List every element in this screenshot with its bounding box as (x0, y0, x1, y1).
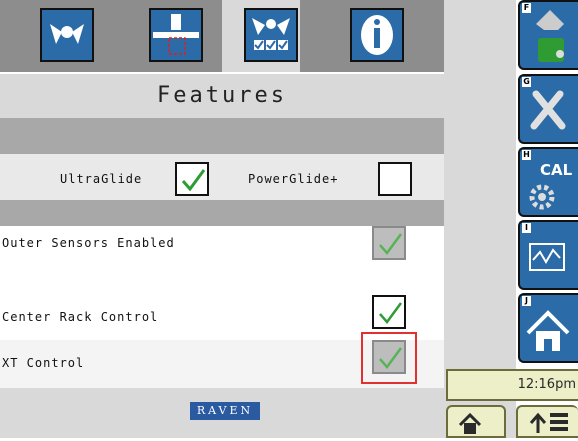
side-button-i[interactable]: I (518, 220, 578, 290)
key-letter: J (522, 296, 531, 306)
powerglide-checkbox[interactable] (378, 162, 412, 196)
key-letter: I (522, 223, 531, 233)
up-arrow-list-icon (529, 412, 568, 433)
info-icon (361, 15, 393, 55)
tab-wing-boom[interactable] (40, 8, 94, 62)
check-icon (181, 169, 206, 192)
ultraglide-checkbox[interactable] (175, 162, 209, 196)
raven-logo: RAVEN (190, 402, 260, 420)
check-icon (379, 302, 403, 324)
powerglide-label: PowerGlide+ (248, 172, 339, 186)
bottom-home-button[interactable] (446, 405, 506, 438)
side-button-h[interactable]: H CAL (518, 147, 578, 217)
xt-control-checkbox[interactable] (372, 340, 406, 374)
home-icon (458, 412, 482, 434)
xt-control-label: XT Control (2, 356, 85, 370)
bottom-list-button[interactable] (516, 405, 578, 438)
key-letter: H (522, 150, 531, 160)
clock: 12:16pm (446, 369, 578, 401)
side-button-f[interactable]: F (518, 0, 578, 70)
tab-center-rack[interactable] (149, 8, 203, 62)
footer: RAVEN (0, 388, 444, 438)
side-button-j[interactable]: J (518, 293, 578, 363)
wing-boom-icon (50, 24, 84, 44)
outer-sensors-checkbox[interactable] (372, 226, 406, 260)
tab-info[interactable] (350, 8, 404, 62)
key-letter: G (522, 77, 531, 87)
divider-band-2 (0, 200, 444, 226)
check-icon (379, 347, 403, 369)
check-icon (379, 233, 403, 255)
center-rack-checkbox[interactable] (372, 295, 406, 329)
center-rack-label: Center Rack Control (2, 310, 159, 324)
setting-row-outer-sensors: Outer Sensors Enabled (0, 226, 444, 262)
tab-bar (0, 0, 444, 72)
tab-wing-boom-checks[interactable] (244, 8, 298, 62)
center-rack-icon (153, 14, 199, 55)
ultraglide-label: UltraGlide (60, 172, 143, 186)
setting-row-xt-control: XT Control (0, 332, 444, 388)
divider-band (0, 118, 444, 154)
glide-options-row: UltraGlide PowerGlide+ (0, 154, 444, 204)
key-letter: F (522, 3, 531, 13)
cal-label: CAL (540, 161, 573, 179)
side-button-g[interactable]: G (518, 74, 578, 144)
outer-sensors-label: Outer Sensors Enabled (2, 236, 175, 250)
wing-boom-checks-icon (252, 18, 290, 50)
page-title: Features (0, 74, 444, 118)
